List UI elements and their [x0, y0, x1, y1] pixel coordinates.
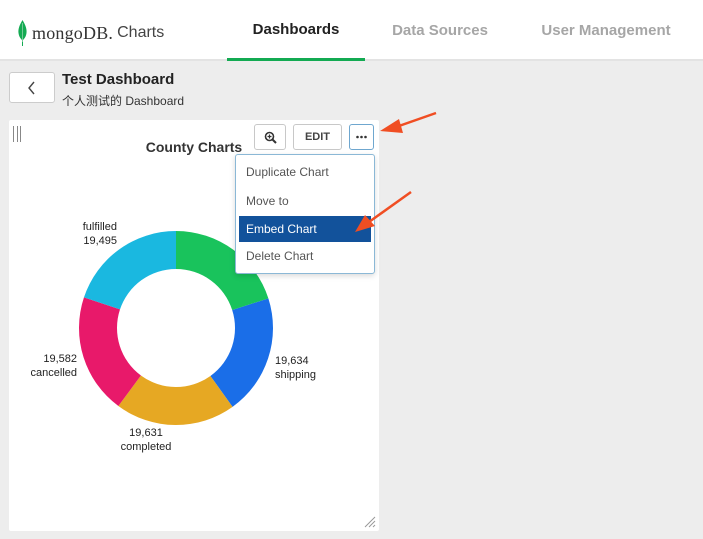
data-label-name: shipping	[275, 369, 316, 381]
tab-data-sources[interactable]: Data Sources	[375, 0, 505, 61]
menu-item-duplicate-chart[interactable]: Duplicate Chart	[236, 158, 374, 187]
data-label-fulfilled: fulfilled 19,495	[67, 220, 117, 248]
menu-item-delete-chart[interactable]: Delete Chart	[236, 242, 374, 271]
tab-dashboards[interactable]: Dashboards	[227, 0, 365, 61]
data-label-shipping: 19,634 shipping	[275, 354, 316, 382]
data-label-name: fulfilled	[82, 221, 117, 233]
chevron-left-icon	[28, 81, 35, 94]
tab-user-management[interactable]: User Management	[525, 0, 687, 61]
logo-text: mongoDB.	[32, 22, 114, 43]
data-label-value: 19,582	[43, 353, 77, 365]
chart-options-menu: Duplicate Chart Move to Embed Chart Dele…	[235, 154, 375, 274]
data-label-value: 19,631	[129, 427, 163, 439]
data-label-name: cancelled	[30, 367, 77, 379]
data-label-value: 19,634	[275, 355, 309, 367]
mongodb-leaf-icon	[18, 20, 27, 46]
data-label-completed: 19,631 completed	[116, 426, 176, 454]
data-label-value: 19,495	[83, 235, 117, 247]
dashboard-title: Test Dashboard	[62, 71, 175, 88]
menu-item-move-to[interactable]: Move to	[236, 187, 374, 216]
data-label-cancelled: 19,582 cancelled	[23, 352, 77, 380]
mongodb-charts-logo[interactable]: mongoDB. Charts	[18, 19, 164, 47]
dashboard-subtitle: 个人测试的 Dashboard	[62, 94, 185, 108]
logo-product-name: Charts	[117, 24, 165, 41]
data-label-name: completed	[120, 441, 172, 453]
annotation-arrow-icon	[380, 111, 437, 133]
back-button[interactable]	[9, 72, 55, 103]
menu-item-embed-chart[interactable]: Embed Chart	[239, 216, 371, 242]
resize-handle-icon[interactable]	[362, 514, 376, 528]
top-navigation-bar: mongoDB. Charts Dashboards Data Sources …	[0, 0, 703, 61]
